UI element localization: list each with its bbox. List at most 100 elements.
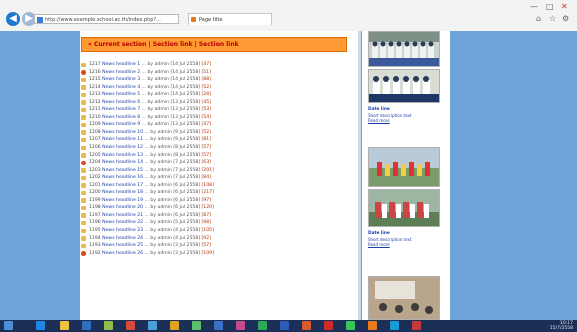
news-title[interactable]: News headline 22 [102,220,143,225]
news-meta: ... by admin [6 Jul 2558] [144,212,201,218]
app-icon[interactable] [82,321,91,330]
start-button-icon[interactable] [4,321,13,330]
news-title[interactable]: News headline 19 [102,198,143,203]
home-icon[interactable]: ⌂ [536,14,541,23]
news-title[interactable]: News headline 25 [102,243,143,248]
browser-tab[interactable]: Page title [188,13,272,25]
news-item[interactable]: 1215 News headline 3 ... by admin [14 Ju… [80,76,355,84]
app-icon[interactable] [214,321,223,330]
word-icon[interactable] [280,321,289,330]
back-button[interactable]: ◀ [6,12,20,26]
news-title[interactable]: News headline 1 [102,62,140,67]
news-item[interactable]: 1211 News headline 7 ... by admin [13 Ju… [80,106,355,114]
news-item[interactable]: 1195 News headline 23 ... by admin [4 Ju… [80,227,355,235]
news-item[interactable]: 1212 News headline 6 ... by admin [13 Ju… [80,99,355,107]
news-item[interactable]: 1197 News headline 21 ... by admin [6 Ju… [80,212,355,220]
settings-gear-icon[interactable]: ⚙ [562,14,569,23]
news-title[interactable]: News headline 2 [102,70,140,75]
news-title[interactable]: News headline 7 [102,107,140,112]
excel-icon[interactable] [258,321,267,330]
news-item[interactable]: 1203 News headline 15 ... by admin [7 Ju… [80,167,355,175]
news-number: 1216 [89,69,101,75]
news-title[interactable]: News headline 15 [102,168,143,173]
news-views: [87] [201,212,211,218]
news-title[interactable]: News headline 13 [102,153,143,158]
news-photo-5[interactable] [368,276,440,320]
news-item[interactable]: 1205 News headline 13 ... by admin [8 Ju… [80,152,355,160]
news-item[interactable]: 1209 News headline 9 ... by admin [13 Ju… [80,121,355,129]
favorites-star-icon[interactable]: ☆ [549,14,556,23]
maximize-icon[interactable]: □ [546,2,554,11]
line-app-icon[interactable] [346,321,355,330]
pdf-reader-icon[interactable] [324,321,333,330]
news-icon [81,130,86,135]
news-title[interactable]: News headline 5 [102,92,140,97]
news-title[interactable]: News headline 4 [102,85,140,90]
read-more-link[interactable]: Read more [368,118,444,123]
app-icon[interactable] [148,321,157,330]
news-title[interactable]: News headline 21 [102,213,143,218]
news-title[interactable]: News headline 20 [102,205,143,210]
app-icon[interactable] [126,321,135,330]
news-item[interactable]: 1200 News headline 18 ... by admin [6 Ju… [80,189,355,197]
news-title[interactable]: News headline 18 [102,190,143,195]
news-number: 1215 [89,77,101,83]
system-tray[interactable]: 10:17 15/7/2558 [550,321,573,331]
file-explorer-icon[interactable] [60,321,69,330]
close-window-icon[interactable]: ✕ [561,2,568,11]
minimize-icon[interactable]: — [530,2,538,11]
news-item[interactable]: 1214 News headline 4 ... by admin [14 Ju… [80,84,355,92]
news-meta: ... by admin [13 Jul 2558] [141,99,201,105]
news-item[interactable]: 1217 News headline 1 ... by admin [14 Ju… [80,61,355,69]
app-icon[interactable] [170,321,179,330]
news-item[interactable]: 1213 News headline 5 ... by admin [14 Ju… [80,91,355,99]
news-title[interactable]: News headline 17 [102,183,143,188]
news-title[interactable]: News headline 24 [102,236,143,241]
app-icon[interactable] [104,321,113,330]
news-title[interactable]: News headline 12 [102,145,143,150]
news-title[interactable]: News headline 8 [102,115,140,120]
news-item[interactable]: 1193 News headline 25 ... by admin [3 Ju… [80,242,355,250]
news-title[interactable]: News headline 11 [102,137,143,142]
news-number: 1205 [89,152,101,158]
news-item[interactable]: 1208 News headline 10 ... by admin [9 Ju… [80,129,355,137]
breadcrumb-link-1[interactable]: Section link [153,41,193,48]
news-item[interactable]: 1192 News headline 26 ... by admin [3 Ju… [80,250,355,258]
news-title[interactable]: News headline 16 [102,175,143,180]
news-title[interactable]: News headline 23 [102,228,143,233]
news-item[interactable]: 1204 News headline 14 ... by admin [7 Ju… [80,159,355,167]
news-item[interactable]: 1198 News headline 20 ... by admin [6 Ju… [80,204,355,212]
ie-browser-icon[interactable] [36,321,45,330]
news-title[interactable]: News headline 26 [102,251,143,256]
news-item[interactable]: 1210 News headline 8 ... by admin [13 Ju… [80,114,355,122]
news-photo-4[interactable] [368,189,440,227]
read-more-link[interactable]: Read more [368,242,444,247]
news-photo-3[interactable] [368,147,440,187]
news-item[interactable]: 1199 News headline 19 ... by admin [6 Ju… [80,197,355,205]
news-title[interactable]: News headline 10 [102,130,143,135]
news-item[interactable]: 1216 News headline 2 ... by admin [14 Ju… [80,69,355,77]
address-bar[interactable]: http://www.example.school.ac.th/index.ph… [34,14,179,24]
news-title[interactable]: News headline 6 [102,100,140,105]
news-title[interactable]: News headline 14 [102,160,143,165]
news-photo-1[interactable] [368,31,440,67]
news-item[interactable]: 1194 News headline 24 ... by admin [4 Ju… [80,235,355,243]
app-icon[interactable] [192,321,201,330]
news-item[interactable]: 1201 News headline 17 ... by admin [6 Ju… [80,182,355,190]
news-icon [81,92,86,98]
news-item[interactable]: 1207 News headline 11 ... by admin [9 Ju… [80,136,355,144]
news-title[interactable]: News headline 9 [102,122,140,127]
skype-icon[interactable] [390,321,399,330]
app-icon[interactable] [368,321,377,330]
app-icon[interactable] [412,321,421,330]
breadcrumb-link-2[interactable]: Section link [199,41,239,48]
news-title[interactable]: News headline 3 [102,77,140,82]
news-item[interactable]: 1202 News headline 16 ... by admin [7 Ju… [80,174,355,182]
news-item[interactable]: 1196 News headline 22 ... by admin [5 Ju… [80,219,355,227]
news-meta: ... by admin [9 Jul 2558] [144,137,201,143]
powerpoint-icon[interactable] [302,321,311,330]
news-photo-2[interactable] [368,69,440,103]
news-meta: ... by admin [9 Jul 2558] [144,129,201,135]
app-icon[interactable] [236,321,245,330]
news-item[interactable]: 1206 News headline 12 ... by admin [8 Ju… [80,144,355,152]
